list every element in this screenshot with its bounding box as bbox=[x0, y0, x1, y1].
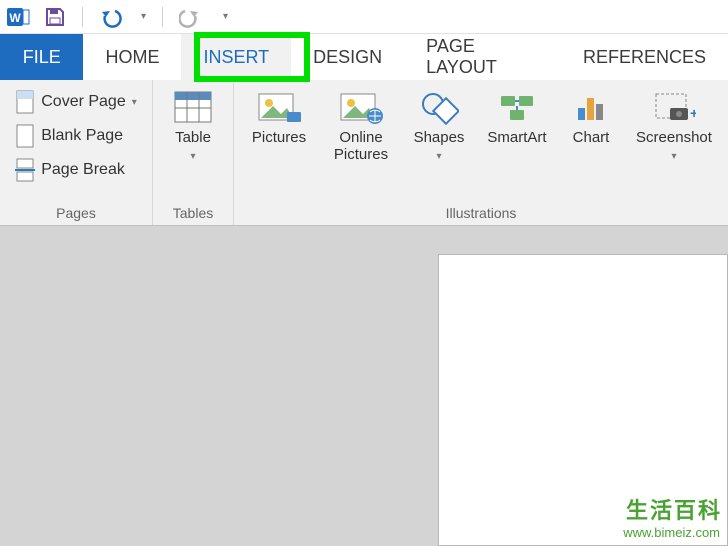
pictures-icon bbox=[257, 88, 301, 126]
blank-page-icon bbox=[15, 124, 35, 148]
table-button[interactable]: Table ▾ bbox=[159, 84, 227, 162]
word-app-icon: W bbox=[6, 5, 30, 29]
smartart-label: SmartArt bbox=[487, 130, 546, 147]
chart-icon bbox=[572, 88, 610, 126]
ribbon-tabbar: FILE HOME INSERT DESIGN PAGE LAYOUT REFE… bbox=[0, 34, 728, 80]
shapes-icon bbox=[419, 88, 459, 126]
ribbon-group-label: Illustrations bbox=[446, 203, 517, 225]
tab-page-layout[interactable]: PAGE LAYOUT bbox=[404, 34, 561, 80]
table-icon bbox=[173, 88, 213, 126]
screenshot-button[interactable]: + Screenshot ▾ bbox=[626, 84, 722, 162]
ribbon-group-tables: Table ▾ Tables bbox=[153, 80, 234, 225]
tab-home[interactable]: HOME bbox=[83, 34, 181, 80]
blank-page-button[interactable]: Blank Page bbox=[11, 122, 141, 150]
ribbon-group-illustrations: Pictures Online Pictures Shapes ▾ SmartA… bbox=[234, 80, 728, 225]
tab-references[interactable]: REFERENCES bbox=[561, 34, 728, 80]
save-icon[interactable] bbox=[44, 6, 66, 28]
qat-separator bbox=[82, 7, 83, 27]
dropdown-caret-icon: ▾ bbox=[190, 151, 195, 162]
ribbon-group-label: Pages bbox=[56, 203, 96, 225]
dropdown-caret-icon: ▾ bbox=[132, 97, 137, 108]
document-area bbox=[0, 226, 728, 546]
tab-insert[interactable]: INSERT bbox=[181, 34, 291, 80]
shapes-label: Shapes bbox=[414, 130, 465, 147]
page-break-button[interactable]: Page Break bbox=[11, 156, 141, 184]
online-pictures-button[interactable]: Online Pictures bbox=[322, 84, 400, 163]
redo-icon[interactable] bbox=[179, 6, 203, 28]
chart-button[interactable]: Chart bbox=[560, 84, 622, 147]
pictures-button[interactable]: Pictures bbox=[240, 84, 318, 147]
chart-label: Chart bbox=[573, 130, 610, 147]
screenshot-label: Screenshot bbox=[636, 130, 712, 147]
page-break-label: Page Break bbox=[41, 161, 125, 179]
dropdown-caret-icon: ▾ bbox=[436, 151, 441, 162]
ribbon: Cover Page ▾ Blank Page Page Break Pages… bbox=[0, 80, 728, 226]
svg-text:+: + bbox=[690, 105, 696, 121]
blank-page-label: Blank Page bbox=[41, 127, 123, 145]
online-pictures-label: Online Pictures bbox=[334, 130, 388, 163]
dropdown-caret-icon: ▾ bbox=[671, 151, 676, 162]
screenshot-icon: + bbox=[652, 88, 696, 126]
online-pictures-icon bbox=[339, 88, 383, 126]
cover-page-label: Cover Page bbox=[41, 93, 126, 111]
undo-icon[interactable] bbox=[99, 6, 127, 28]
qat-separator bbox=[162, 7, 163, 27]
tab-design[interactable]: DESIGN bbox=[291, 34, 404, 80]
watermark: 生活百科 www.bimeiz.com bbox=[621, 493, 722, 540]
pictures-label: Pictures bbox=[252, 130, 306, 147]
smartart-icon bbox=[497, 88, 537, 126]
ribbon-group-pages: Cover Page ▾ Blank Page Page Break Pages bbox=[0, 80, 153, 225]
watermark-text: 生活百科 bbox=[621, 493, 722, 525]
shapes-button[interactable]: Shapes ▾ bbox=[404, 84, 474, 162]
cover-page-button[interactable]: Cover Page ▾ bbox=[11, 88, 141, 116]
cover-page-icon bbox=[15, 90, 35, 114]
undo-dropdown-icon[interactable]: ▾ bbox=[141, 11, 146, 22]
page-break-icon bbox=[15, 158, 35, 182]
watermark-url: www.bimeiz.com bbox=[621, 525, 722, 540]
svg-text:W: W bbox=[9, 11, 21, 25]
table-label: Table bbox=[175, 130, 211, 147]
tab-file[interactable]: FILE bbox=[0, 34, 83, 80]
qat-customize-icon[interactable]: ▾ bbox=[223, 11, 228, 22]
quick-access-toolbar: W ▾ ▾ bbox=[0, 0, 728, 34]
smartart-button[interactable]: SmartArt bbox=[478, 84, 556, 147]
ribbon-group-label: Tables bbox=[173, 203, 213, 225]
